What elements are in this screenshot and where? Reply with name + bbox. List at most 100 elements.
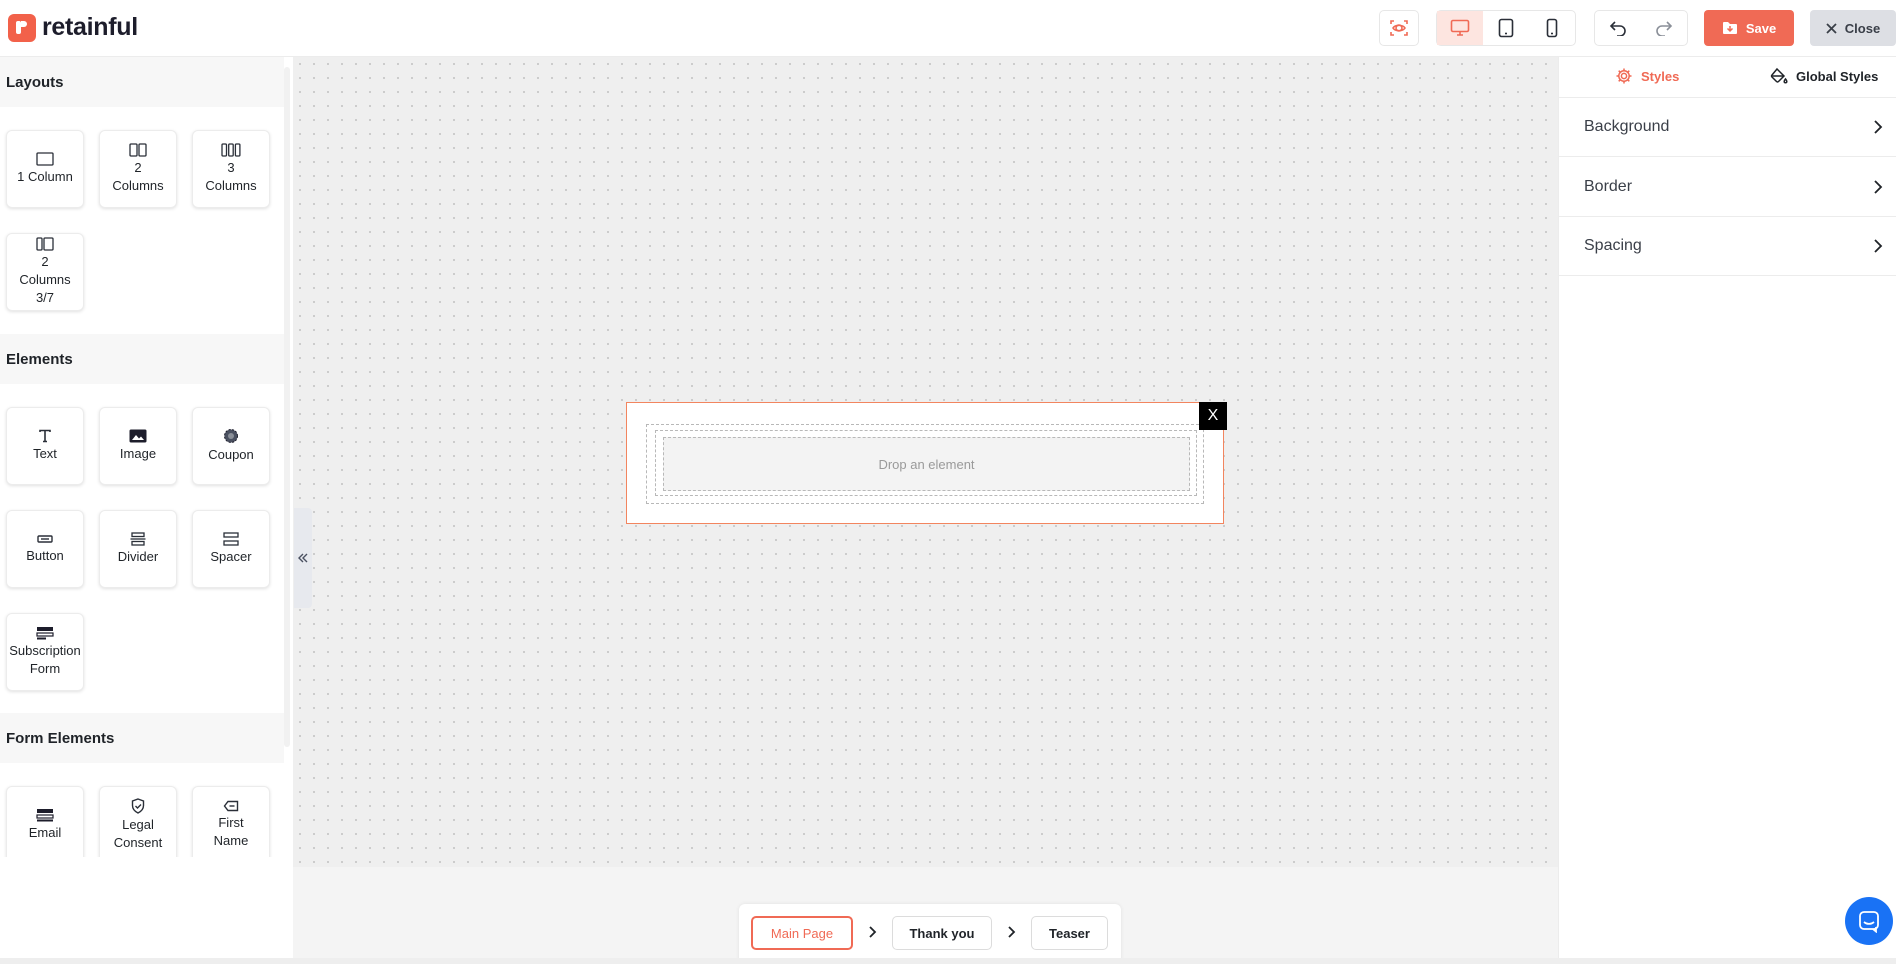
tile-label: 2 Columns	[112, 160, 164, 193]
form-element-email[interactable]: Email	[6, 786, 84, 857]
tile-label: 1 Column	[17, 169, 73, 184]
section-title-elements: Elements	[0, 334, 284, 384]
accordion-spacing[interactable]: Spacing	[1559, 217, 1896, 276]
drop-placeholder-text: Drop an element	[878, 456, 975, 472]
coupon-icon	[224, 429, 238, 443]
tag-icon	[223, 800, 239, 812]
accordion-background[interactable]: Background	[1559, 98, 1896, 157]
image-icon	[129, 429, 147, 443]
chevron-right-icon	[1874, 180, 1883, 194]
undo-button[interactable]	[1595, 11, 1641, 45]
layout-two-columns-3-7[interactable]: 2 Columns 3/7	[6, 233, 84, 311]
page-step-label: Thank you	[909, 925, 975, 941]
layout-three-columns[interactable]: 3 Columns	[192, 130, 270, 208]
mobile-icon	[1546, 18, 1558, 38]
save-folder-icon	[1722, 22, 1737, 34]
two-columns-3-7-icon	[36, 237, 54, 251]
section-title-form-elements: Form Elements	[0, 713, 284, 763]
drop-zone[interactable]: Drop an element	[663, 437, 1190, 491]
desktop-icon	[1450, 19, 1470, 36]
element-subscription-form[interactable]: Subscription Form	[6, 613, 84, 691]
undo-icon	[1609, 21, 1626, 36]
divider-icon	[130, 532, 146, 546]
save-button[interactable]: Save	[1704, 10, 1794, 46]
redo-icon	[1656, 21, 1673, 36]
logo-icon	[8, 13, 36, 42]
right-panel: Styles Global Styles Background Border S…	[1558, 57, 1896, 958]
tab-label: Global Styles	[1796, 68, 1879, 84]
brand-name: retainful	[42, 13, 138, 41]
two-columns-icon	[129, 143, 147, 157]
chat-widget-button[interactable]	[1845, 897, 1893, 945]
sidebar-scroll-area: Layouts 1 Column 2 Columns 3 Columns 2 C…	[0, 57, 284, 857]
tile-label: First Name	[213, 815, 249, 848]
tile-label: Spacer	[210, 549, 252, 564]
page-step-label: Teaser	[1049, 925, 1090, 941]
tile-label: Subscription Form	[9, 643, 81, 676]
redo-button[interactable]	[1641, 11, 1687, 45]
spacer-icon	[223, 532, 239, 546]
chat-icon	[1859, 911, 1879, 933]
page-steps: Main Page Thank you Teaser	[739, 904, 1121, 962]
collapse-sidebar-button[interactable]	[294, 508, 312, 608]
preview-button[interactable]	[1379, 10, 1419, 46]
paint-bucket-icon	[1770, 67, 1788, 84]
subscription-form-icon	[36, 627, 54, 640]
form-element-legal-consent[interactable]: Legal Consent	[99, 786, 177, 857]
element-coupon[interactable]: Coupon	[192, 407, 270, 485]
section-title-layouts: Layouts	[0, 57, 284, 107]
element-image[interactable]: Image	[99, 407, 177, 485]
tile-label: Email	[28, 825, 62, 840]
tablet-icon	[1498, 18, 1514, 38]
chevron-right-icon	[1874, 120, 1883, 134]
tab-styles[interactable]: Styles	[1615, 67, 1679, 85]
form-element-first-name[interactable]: First Name	[192, 786, 270, 857]
page-step-label: Main Page	[770, 925, 834, 941]
page-step-teaser[interactable]: Teaser	[1031, 916, 1108, 950]
accordion-label: Spacing	[1584, 237, 1642, 254]
tile-label: 3 Columns	[205, 160, 257, 193]
page-step-thank-you[interactable]: Thank you	[892, 916, 992, 950]
panel-tabs: Styles Global Styles	[1559, 57, 1896, 98]
bottom-edge	[0, 958, 1896, 964]
tile-label: Divider	[117, 549, 159, 564]
one-column-icon	[36, 152, 54, 166]
save-label: Save	[1745, 20, 1777, 36]
layout-two-columns[interactable]: 2 Columns	[99, 130, 177, 208]
preview-icon	[1390, 20, 1408, 36]
accordion-label: Background	[1584, 118, 1670, 135]
double-chevron-left-icon	[298, 553, 308, 563]
tab-global-styles[interactable]: Global Styles	[1770, 67, 1878, 85]
chevron-right-icon	[869, 926, 877, 938]
top-toolbar: retainful Save Close	[0, 0, 1896, 57]
popup-close-button[interactable]: X	[1199, 402, 1227, 430]
tile-label: Text	[33, 446, 57, 461]
button-icon	[37, 535, 53, 543]
element-spacer[interactable]: Spacer	[192, 510, 270, 588]
left-sidebar: Layouts 1 Column 2 Columns 3 Columns 2 C…	[0, 57, 293, 958]
close-icon	[1826, 22, 1837, 34]
element-button[interactable]: Button	[6, 510, 84, 588]
accordion-border[interactable]: Border	[1559, 158, 1896, 217]
shield-icon	[131, 798, 145, 814]
accordion-label: Border	[1584, 178, 1633, 195]
tile-label: Coupon	[208, 447, 254, 462]
sidebar-scrollbar[interactable]	[284, 67, 290, 747]
tab-label: Styles	[1641, 68, 1680, 84]
desktop-view-button[interactable]	[1437, 11, 1483, 45]
email-icon	[36, 809, 54, 822]
element-text[interactable]: Text	[6, 407, 84, 485]
mobile-view-button[interactable]	[1529, 11, 1575, 45]
tile-label: Image	[119, 446, 157, 461]
layout-one-column[interactable]: 1 Column	[6, 130, 84, 208]
chevron-right-icon	[1874, 239, 1883, 253]
element-divider[interactable]: Divider	[99, 510, 177, 588]
three-columns-icon	[221, 143, 241, 157]
tile-label: Legal Consent	[113, 817, 163, 850]
page-step-main[interactable]: Main Page	[751, 916, 853, 950]
gear-icon	[1616, 68, 1632, 84]
close-button[interactable]: Close	[1810, 10, 1896, 46]
device-switcher	[1436, 10, 1576, 46]
popup-close-label: X	[1207, 407, 1219, 424]
tablet-view-button[interactable]	[1483, 11, 1529, 45]
